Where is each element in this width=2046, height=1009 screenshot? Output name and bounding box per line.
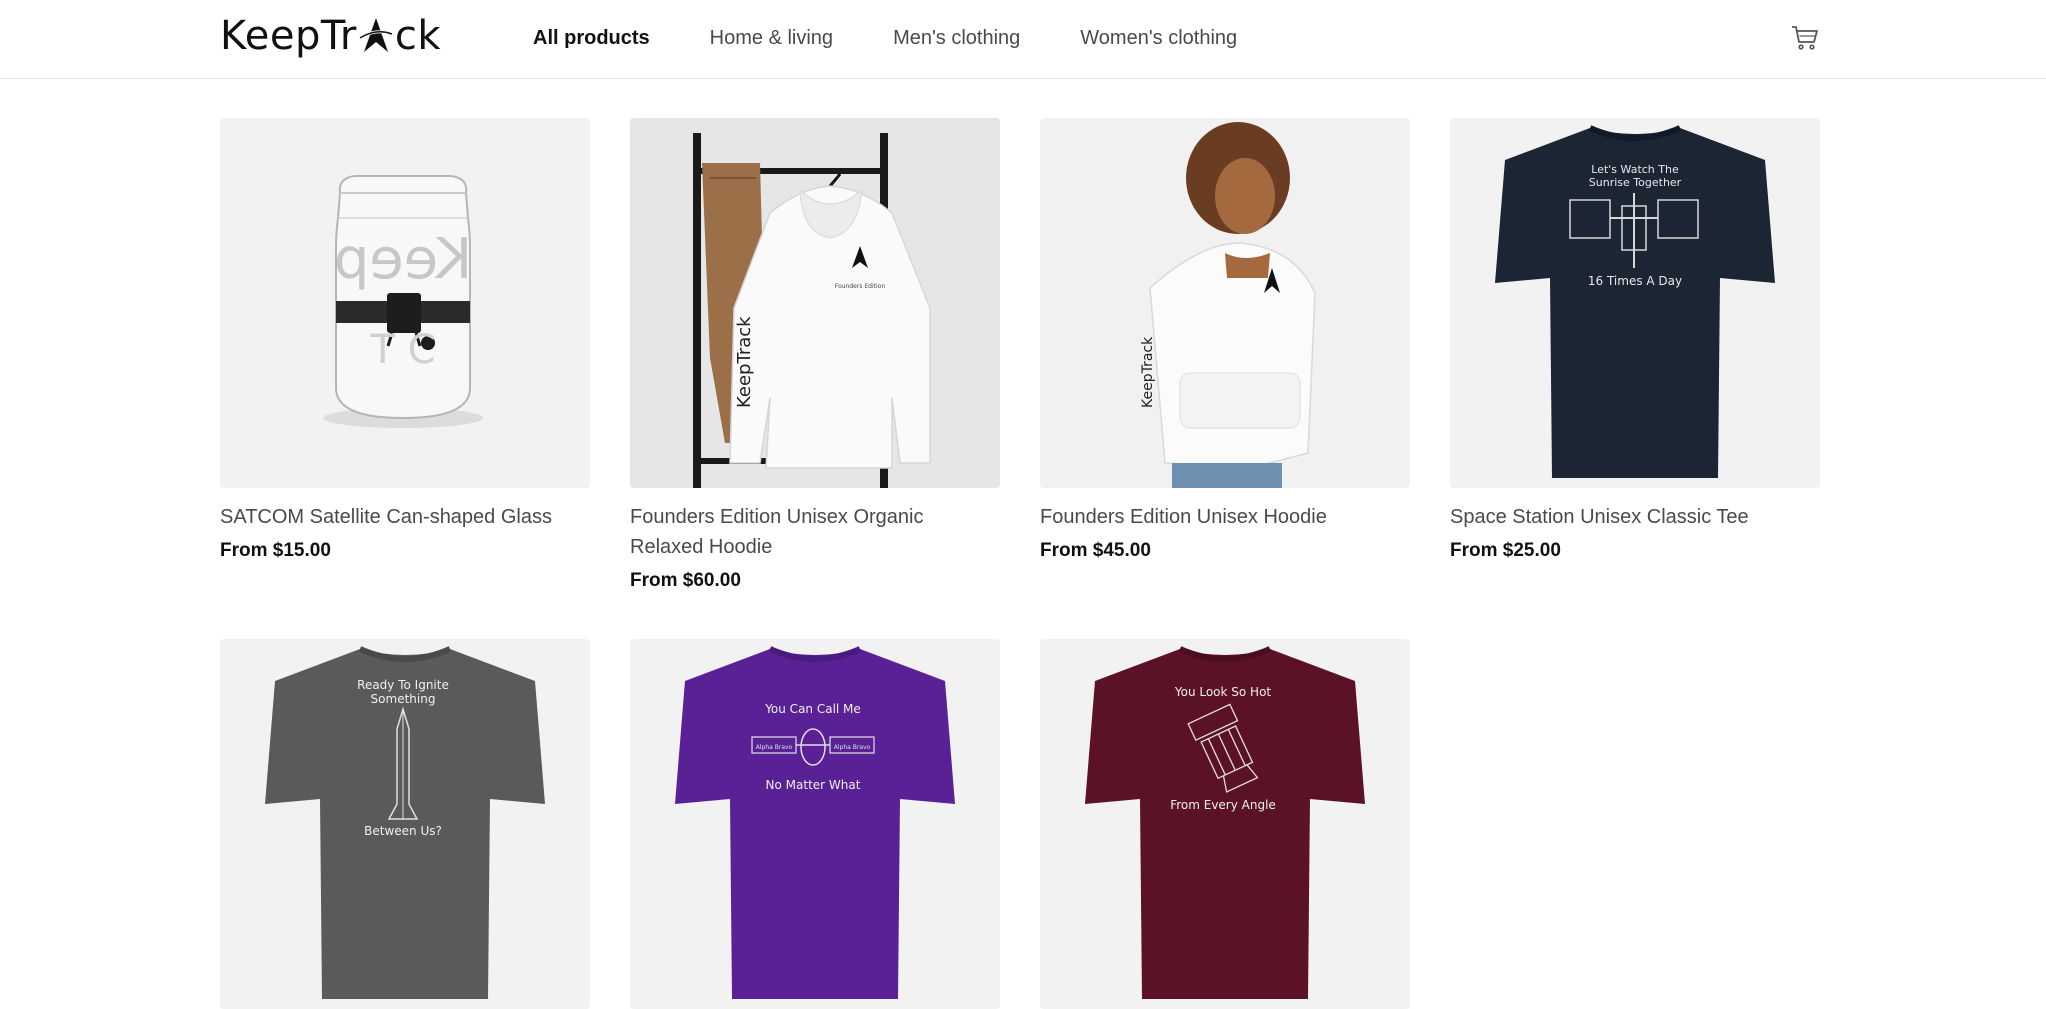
nav-item-all-products[interactable]: All products bbox=[533, 27, 650, 50]
gray-tee-image[interactable]: Ready To Ignite Something Between Us? bbox=[220, 639, 590, 1009]
svg-text:16 Times A Day: 16 Times A Day bbox=[1588, 274, 1682, 288]
svg-text:Something: Something bbox=[371, 692, 436, 706]
product-price: From $60.00 bbox=[630, 570, 741, 591]
navy-tee-image[interactable]: Let's Watch The Sunrise Together 16 Time… bbox=[1450, 118, 1820, 488]
svg-text:T C: T C bbox=[369, 327, 435, 373]
svg-text:Alpha Bravo: Alpha Bravo bbox=[834, 744, 871, 751]
svg-text:You Can Call Me: You Can Call Me bbox=[764, 702, 861, 716]
product-card[interactable]: Ready To Ignite Something Between Us? bbox=[220, 639, 590, 1009]
cart-icon[interactable] bbox=[1790, 22, 1820, 52]
purple-tee-image[interactable]: You Can Call Me Alpha Bravo Alpha Bravo … bbox=[630, 639, 1000, 1009]
product-name[interactable]: Founders Edition Unisex Organic Relaxed … bbox=[630, 502, 1000, 562]
nav-item-mens-clothing[interactable]: Men's clothing bbox=[893, 27, 1020, 50]
glass-can-image[interactable]: Keep T C bbox=[220, 118, 590, 488]
svg-text:Founders Edition: Founders Edition bbox=[835, 283, 885, 290]
site-header: KeepTr ck All products Home & living Men… bbox=[0, 0, 2046, 79]
brand-logo[interactable]: KeepTr ck bbox=[220, 12, 441, 60]
product-card[interactable]: Let's Watch The Sunrise Together 16 Time… bbox=[1450, 118, 1820, 562]
product-card[interactable]: Keep T C SATCOM Satellite Can-shaped Gla… bbox=[220, 118, 590, 562]
product-card[interactable]: Founders Edition KeepTrack Founders Edit… bbox=[630, 118, 1000, 592]
nav-item-womens-clothing[interactable]: Women's clothing bbox=[1080, 27, 1237, 50]
product-price: From $45.00 bbox=[1040, 540, 1151, 561]
product-name[interactable]: Space Station Unisex Classic Tee bbox=[1450, 502, 1820, 532]
product-card[interactable]: You Look So Hot From Every Angle bbox=[1040, 639, 1410, 1009]
logo-text-prefix: KeepTr bbox=[220, 13, 357, 59]
svg-text:KeepTrack: KeepTrack bbox=[734, 316, 755, 408]
product-price: From $25.00 bbox=[1450, 540, 1561, 561]
svg-text:KeepTrack: KeepTrack bbox=[1140, 336, 1156, 408]
svg-text:Sunrise Together: Sunrise Together bbox=[1589, 176, 1682, 189]
svg-text:Alpha Bravo: Alpha Bravo bbox=[756, 744, 793, 751]
model-hoodie-image[interactable]: KeepTrack bbox=[1040, 118, 1410, 488]
svg-text:No Matter What: No Matter What bbox=[766, 778, 861, 792]
star-swoosh-icon bbox=[359, 18, 393, 52]
product-name[interactable]: SATCOM Satellite Can-shaped Glass bbox=[220, 502, 590, 532]
svg-text:Between Us?: Between Us? bbox=[364, 824, 442, 838]
svg-text:From Every Angle: From Every Angle bbox=[1170, 798, 1276, 812]
hoodie-on-rack-image[interactable]: Founders Edition KeepTrack bbox=[630, 118, 1000, 488]
product-card[interactable]: You Can Call Me Alpha Bravo Alpha Bravo … bbox=[630, 639, 1000, 1009]
product-price: From $15.00 bbox=[220, 540, 331, 561]
svg-text:Let's Watch The: Let's Watch The bbox=[1591, 163, 1679, 176]
main-nav: All products Home & living Men's clothin… bbox=[533, 0, 1297, 76]
product-card[interactable]: KeepTrack Founders Edition Unisex Hoodie… bbox=[1040, 118, 1410, 562]
product-name[interactable]: Founders Edition Unisex Hoodie bbox=[1040, 502, 1410, 532]
svg-text:Keep: Keep bbox=[334, 227, 472, 292]
maroon-tee-image[interactable]: You Look So Hot From Every Angle bbox=[1040, 639, 1410, 1009]
nav-item-home-living[interactable]: Home & living bbox=[710, 27, 833, 50]
svg-text:You Look So Hot: You Look So Hot bbox=[1174, 685, 1272, 699]
svg-text:Ready To Ignite: Ready To Ignite bbox=[357, 678, 449, 692]
logo-text-suffix: ck bbox=[394, 13, 442, 59]
